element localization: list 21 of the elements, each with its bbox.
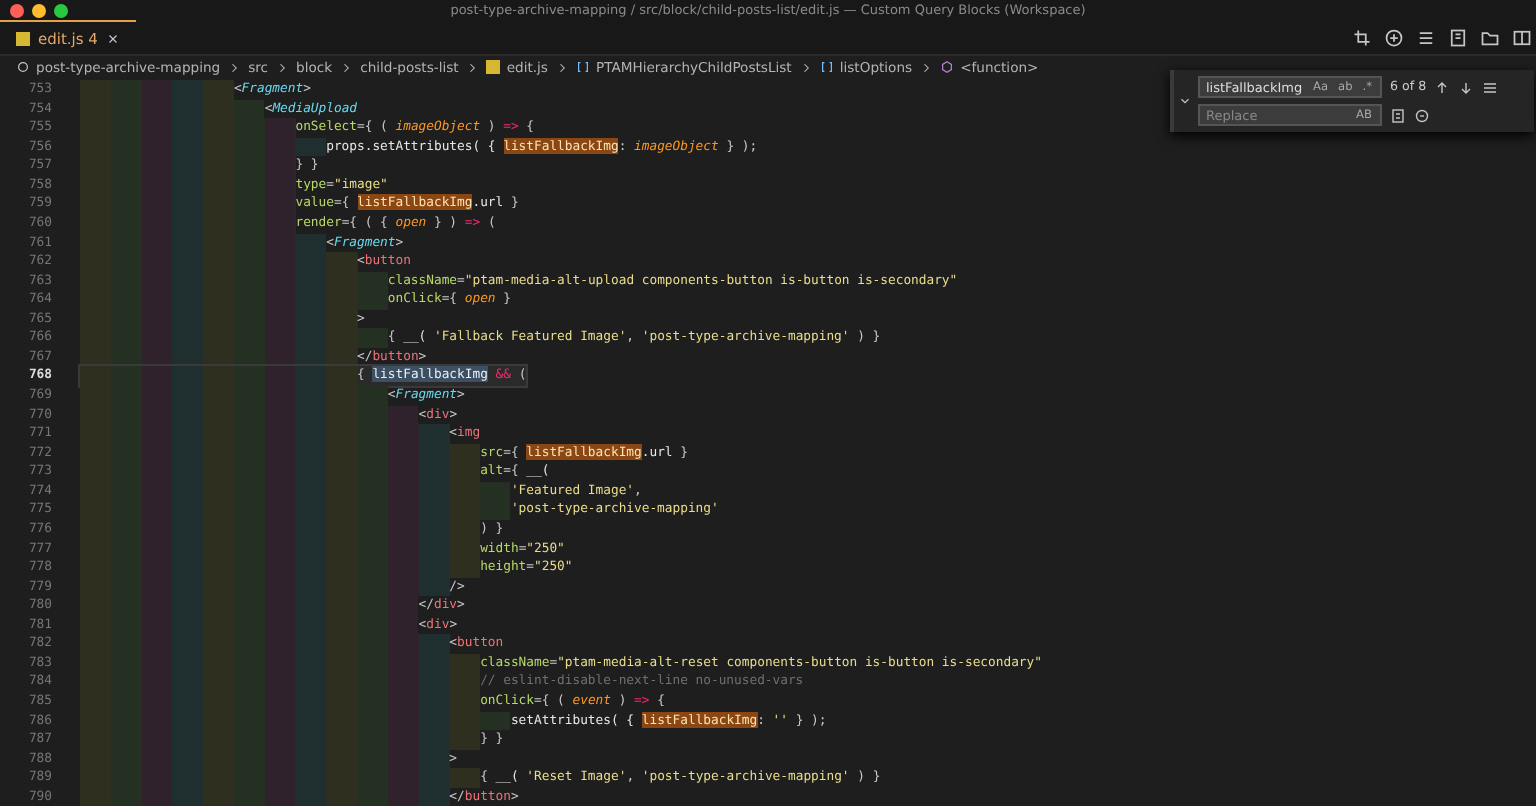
- chevron-down-icon[interactable]: [1178, 94, 1192, 108]
- js-file-icon: [486, 60, 501, 74]
- chevron-right-icon: [555, 61, 568, 73]
- brackets-icon: [575, 60, 590, 74]
- brackets-icon: [819, 60, 834, 74]
- arrow-down-icon[interactable]: [1458, 79, 1475, 95]
- circle-icon: [16, 60, 30, 74]
- menu-icon[interactable]: [1482, 79, 1499, 95]
- chevron-right-icon: [920, 61, 933, 73]
- close-icon[interactable]: [105, 31, 120, 45]
- list-icon[interactable]: [1416, 27, 1436, 47]
- split-icon[interactable]: [1512, 27, 1532, 47]
- arrow-up-icon[interactable]: [1434, 79, 1451, 95]
- js-file-icon: [16, 31, 30, 45]
- chevron-right-icon: [466, 61, 479, 73]
- folder-icon[interactable]: [1480, 27, 1500, 47]
- chevron-right-icon: [340, 61, 353, 73]
- chevron-right-icon: [276, 61, 289, 73]
- chevron-right-icon: [799, 61, 812, 73]
- target-icon[interactable]: [1384, 27, 1404, 47]
- chevron-right-icon: [228, 61, 241, 73]
